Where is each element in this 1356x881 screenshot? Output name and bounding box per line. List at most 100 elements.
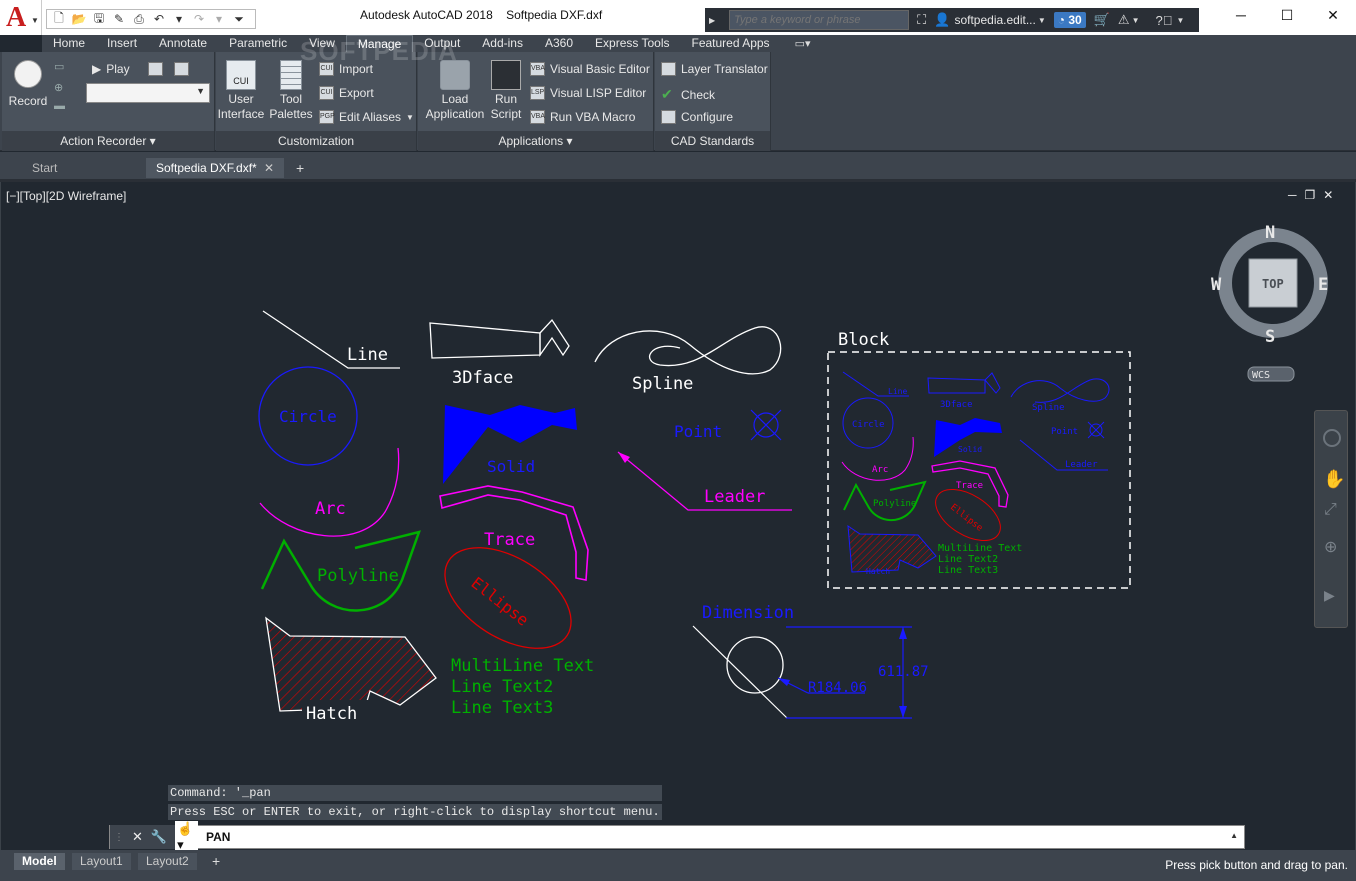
binoculars-icon[interactable]: ⛶ [917,12,926,28]
svg-text:3Dface: 3Dface [940,400,973,410]
tab-add-ins[interactable]: Add-ins [471,35,534,52]
input-request-icon[interactable]: ⊕ [54,81,68,94]
run-script-button[interactable]: Run Script [488,60,524,122]
line-label: Line [347,345,388,365]
tab-insert[interactable]: Insert [96,35,148,52]
search-input[interactable] [729,10,910,30]
record-label: Record [8,94,48,108]
redo-icon[interactable]: ↷ [191,12,207,26]
quick-access-toolbar: 🗋 📂 🖫 ✎ ⎙ ↶ ▾ ↷ ▾ ⏷ [46,9,256,29]
customize-qat-icon[interactable]: ⏷ [231,12,247,26]
viewcube[interactable]: TOP N S E W WCS [1211,223,1328,382]
configure-button[interactable]: Configure [661,110,733,124]
base-point-icon[interactable]: ▬ [54,100,68,112]
solid-label: Solid [487,457,535,476]
cart-icon[interactable]: 🛒 [1094,12,1110,28]
load-application-button[interactable]: Load Application [420,60,490,122]
open-icon[interactable]: 📂 [71,12,87,26]
trial-days-count: 30 [1068,13,1082,27]
checkmark-icon: ✔ [661,86,673,102]
command-history-toggle-icon[interactable]: ▲ [1230,831,1238,840]
save-as-icon[interactable]: ✎ [111,12,127,26]
tool-palettes-button[interactable]: Tool Palettes [268,60,314,122]
ellipse-label: Ellipse [468,573,533,629]
chevron-down-icon[interactable]: ▼ [1038,16,1046,25]
wrench-icon[interactable]: 🔧 [151,829,167,845]
application-menu-button[interactable]: A ▼ [0,0,42,35]
play-button[interactable]: ▶ Play [92,62,130,76]
redo-dropdown-icon[interactable]: ▾ [211,12,227,26]
run-vba-icon: VBA [530,110,545,124]
radius-value: R184.06 [808,680,867,696]
export-icon: CUI [319,86,334,100]
run-vba-macro-button[interactable]: VBA Run VBA Macro [530,110,635,124]
panel-title-applications[interactable]: Applications ▾ [418,131,653,151]
tab-home[interactable]: Home [42,35,96,52]
maximize-button[interactable]: ☐ [1264,0,1310,30]
undo-dropdown-icon[interactable]: ▾ [171,12,187,26]
tab-start[interactable]: Start [22,158,146,178]
panel-action-recorder: Record ▭ ⊕ ▬ ▶ Play ▼ Action Recorder ▾ [2,52,215,151]
panel-title-action-recorder[interactable]: Action Recorder ▾ [2,131,214,151]
ribbon-options-icon[interactable]: ▭▾ [795,37,811,50]
minimize-button[interactable]: ─ [1218,0,1264,30]
lisp-icon: LSP [530,86,545,100]
line-entity: Line [262,310,400,369]
grip-icon[interactable]: ⋮ [114,832,124,843]
showmotion-icon[interactable]: ▶ [1324,587,1335,604]
command-line[interactable]: ⋮ ✕ 🔧 ☝▾ PAN ▲ [109,821,1245,853]
chevron-down-icon: ▼ [196,86,205,96]
check-button[interactable]: ✔ Check [661,86,715,103]
record-button[interactable]: Record [8,60,48,109]
tab-featured-apps[interactable]: Featured Apps [681,35,781,52]
close-button[interactable]: ✕ [1310,0,1356,30]
save-icon[interactable]: 🖫 [91,11,107,26]
infocenter-bar: ▶ ⛶ 👤 softpedia.edit... ▼ ◔ 30 🛒 ⚠ ▼ ?⃝ … [705,8,1199,32]
steering-wheel-icon[interactable] [1323,429,1341,447]
chevron-down-icon[interactable]: ▼ [1176,16,1184,25]
chevron-down-icon: ▼ [31,16,39,25]
chevron-down-icon[interactable]: ▼ [1132,16,1140,25]
mtext-entity: MultiLine Text Line Text2 Line Text3 [451,656,594,718]
command-input[interactable]: PAN [206,830,230,844]
tab-layout1[interactable]: Layout1 [72,853,131,870]
help-icon[interactable]: ?⃝ [1155,13,1172,28]
new-layout-button[interactable]: + [204,853,228,870]
user-name[interactable]: softpedia.edit... [954,13,1035,27]
visual-lisp-editor-button[interactable]: LSP Visual LISP Editor [530,86,646,100]
expand-icon[interactable]: ▶ [709,16,715,25]
message-icon[interactable]: ▭ [54,60,68,73]
macro-dropdown[interactable]: ▼ [86,83,210,103]
tab-annotate[interactable]: Annotate [148,35,218,52]
user-icon[interactable]: 👤 [934,12,950,28]
orbit-icon[interactable]: ⊕ [1324,537,1337,557]
print-icon[interactable]: ⎙ [131,12,147,26]
preferences-icon[interactable] [148,62,163,76]
close-icon[interactable]: ✕ [264,158,274,178]
tab-a360[interactable]: A360 [534,35,584,52]
edit-aliases-button[interactable]: PGP Edit Aliases ▼ [319,110,414,124]
new-icon[interactable]: 🗋 [51,11,67,26]
export-button[interactable]: CUI Export [319,86,374,100]
exchange-icon[interactable]: ⚠ [1118,12,1130,28]
pan-hand-icon[interactable]: ✋ [1323,469,1345,490]
user-interface-button[interactable]: CUI User Interface [216,60,266,122]
tab-layout2[interactable]: Layout2 [138,853,197,870]
tab-model[interactable]: Model [14,853,65,870]
layer-translator-button[interactable]: Layer Translator [661,62,768,76]
tab-drawing-file[interactable]: Softpedia DXF.dxf* ✕ [146,158,284,178]
undo-icon[interactable]: ↶ [151,12,167,26]
hand-icon[interactable]: ☝▾ [175,821,198,853]
wcs-label: WCS [1252,370,1270,381]
manage-macros-icon[interactable] [174,62,189,76]
run-script-icon [491,60,521,90]
new-tab-button[interactable]: + [290,158,314,178]
visual-basic-editor-button[interactable]: VBA Visual Basic Editor [530,62,650,76]
drawing-canvas[interactable]: Line 3Dface Spline Circle Solid Point Le… [0,182,1356,850]
trial-days-badge[interactable]: ◔ 30 [1053,12,1086,28]
tab-parametric[interactable]: Parametric [218,35,298,52]
cui-icon: CUI [226,60,256,90]
zoom-extents-icon[interactable]: ⤢ [1324,501,1337,519]
close-icon[interactable]: ✕ [132,829,143,845]
tab-express-tools[interactable]: Express Tools [584,35,680,52]
